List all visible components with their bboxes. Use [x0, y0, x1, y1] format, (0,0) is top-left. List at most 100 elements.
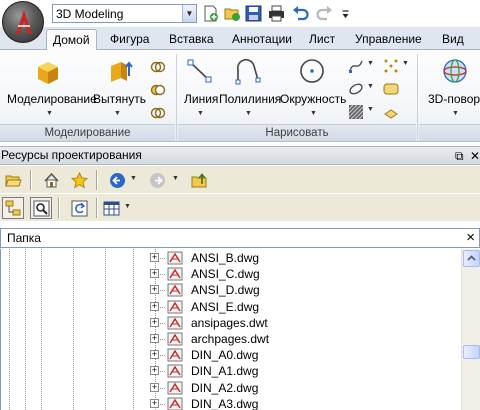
redo-icon[interactable] [316, 5, 333, 22]
back-button[interactable] [106, 169, 128, 191]
up-folder-button[interactable] [188, 169, 210, 191]
line-tool-icon[interactable] [185, 56, 215, 86]
dwg-file-icon [167, 316, 183, 330]
modeling-button-label[interactable]: Моделирование [7, 92, 97, 106]
expand-icon[interactable]: + [150, 334, 159, 343]
chevron-down-icon[interactable]: ▼ [172, 175, 179, 182]
chevron-down-icon[interactable]: ▼ [197, 110, 204, 117]
ellipse-icon[interactable] [348, 81, 364, 97]
expand-icon[interactable]: + [150, 301, 159, 311]
tree-row[interactable]: + archpages.dwt [1, 331, 461, 347]
customize-dropdown-icon[interactable] [337, 5, 354, 22]
expand-icon[interactable]: + [150, 317, 159, 327]
chevron-down-icon[interactable]: ▼ [402, 60, 409, 67]
close-icon[interactable]: × [466, 229, 475, 246]
scroll-thumb[interactable] [463, 345, 480, 359]
open-icon[interactable] [224, 5, 241, 22]
refresh-button[interactable] [68, 197, 90, 219]
tree-row[interactable]: + DIN_A2.dwg [1, 380, 461, 396]
polyline-tool-icon[interactable] [233, 56, 263, 86]
wipeout-icon[interactable] [383, 104, 399, 120]
palette-title-bar[interactable]: Ресурсы проектирования ⧉ ✕ [0, 146, 480, 165]
tree-row[interactable]: + ansipages.dwt [1, 315, 461, 331]
scroll-up-button[interactable] [463, 250, 480, 267]
expand-icon[interactable]: + [150, 382, 159, 392]
expand-icon[interactable]: + [150, 366, 159, 376]
chevron-down-icon[interactable]: ▼ [182, 5, 196, 22]
tab-home[interactable]: Домой [46, 29, 97, 51]
tab-manage[interactable]: Управление [349, 31, 428, 50]
extrude-icon[interactable] [103, 56, 133, 86]
application-menu-button[interactable] [2, 1, 44, 43]
expand-icon[interactable]: + [150, 285, 159, 295]
orbit-button-label[interactable]: 3D-поворот [428, 92, 480, 106]
favorites-button[interactable] [68, 169, 90, 191]
tree-row[interactable]: + ANSI_C.dwg [1, 266, 461, 282]
point-icon[interactable] [383, 58, 399, 74]
chevron-down-icon[interactable]: ▼ [367, 106, 374, 113]
union-icon[interactable] [150, 59, 166, 75]
chevron-down-icon[interactable]: ▼ [124, 203, 131, 210]
intersect-icon[interactable] [150, 105, 166, 121]
draw-panel-title[interactable]: Нарисовать [178, 124, 416, 141]
region-icon[interactable] [383, 81, 399, 97]
workspace-select[interactable]: 3D Modeling ▼ [52, 4, 197, 23]
expand-icon[interactable]: + [150, 269, 159, 279]
spline-icon[interactable] [348, 58, 364, 74]
home-button[interactable] [40, 169, 62, 191]
undo-icon[interactable] [292, 5, 309, 22]
close-icon[interactable]: ✕ [470, 149, 480, 163]
hatch-icon[interactable] [348, 104, 364, 120]
tab-shape[interactable]: Фигура [104, 31, 155, 50]
toolbar-separator [58, 198, 60, 218]
expand-icon[interactable]: + [150, 350, 159, 360]
chevron-down-icon[interactable]: ▼ [130, 175, 137, 182]
chevron-down-icon[interactable]: ▼ [452, 110, 459, 117]
subtract-icon[interactable] [150, 82, 166, 98]
forward-button[interactable] [146, 169, 168, 191]
expand-icon[interactable]: + [150, 253, 159, 262]
views-button[interactable] [100, 197, 122, 219]
tree-vertical-scrollbar[interactable] [461, 249, 480, 410]
chevron-down-icon[interactable]: ▼ [245, 110, 252, 117]
tab-insert[interactable]: Вставка [163, 31, 220, 50]
box-3d-icon[interactable] [33, 57, 63, 87]
chevron-down-icon[interactable]: ▼ [114, 110, 121, 117]
preview-button[interactable] [30, 197, 52, 219]
chevron-down-icon[interactable]: ▼ [46, 110, 53, 117]
save-icon[interactable] [245, 5, 262, 22]
modeling-panel-title[interactable]: Моделирование [0, 124, 175, 141]
chevron-down-icon[interactable]: ▼ [367, 83, 374, 90]
grid-view-icon [103, 201, 120, 216]
tab-layout[interactable]: Лист [303, 31, 341, 50]
tab-view[interactable]: Вид [436, 31, 470, 50]
tree-row[interactable]: + ANSI_D.dwg [1, 282, 461, 298]
folder-tab-header[interactable]: Папка × [0, 228, 480, 248]
load-button[interactable] [2, 169, 24, 191]
extrude-button-label[interactable]: Вытянуть [93, 92, 146, 106]
dwg-file-icon [167, 348, 183, 362]
view-panel-title[interactable] [419, 124, 480, 141]
polyline-button-label[interactable]: Полилиния [219, 92, 281, 106]
tree-row[interactable]: + ANSI_B.dwg [1, 250, 461, 266]
palette-toolbar-primary: ▼ ▼ [0, 166, 480, 193]
print-icon[interactable] [268, 5, 285, 22]
tree-row[interactable]: + DIN_A3.dwg [1, 396, 461, 410]
folder-tree[interactable]: + ANSI_B.dwg + ANSI_C.dwg + ANSI_D.dwg + ANSI_E… [0, 249, 461, 410]
autocad-logo-icon [16, 10, 32, 34]
circle-button-label[interactable]: Окружность [280, 92, 346, 106]
restore-icon[interactable]: ⧉ [455, 149, 464, 164]
new-icon[interactable] [202, 5, 219, 22]
orbit-3d-icon[interactable] [440, 56, 470, 86]
chevron-down-icon[interactable]: ▼ [367, 60, 374, 67]
panel-separator [417, 54, 418, 140]
tree-row[interactable]: + DIN_A0.dwg [1, 347, 461, 363]
tree-view-toggle-button[interactable] [2, 197, 24, 219]
expand-icon[interactable]: + [150, 398, 159, 408]
tree-row[interactable]: + DIN_A1.dwg [1, 363, 461, 379]
tab-annotations[interactable]: Аннотации [226, 31, 298, 50]
tree-row[interactable]: + ANSI_E.dwg [1, 299, 461, 315]
line-button-label[interactable]: Линия [184, 92, 218, 106]
circle-tool-icon[interactable] [297, 56, 327, 86]
chevron-down-icon[interactable]: ▼ [310, 110, 317, 117]
